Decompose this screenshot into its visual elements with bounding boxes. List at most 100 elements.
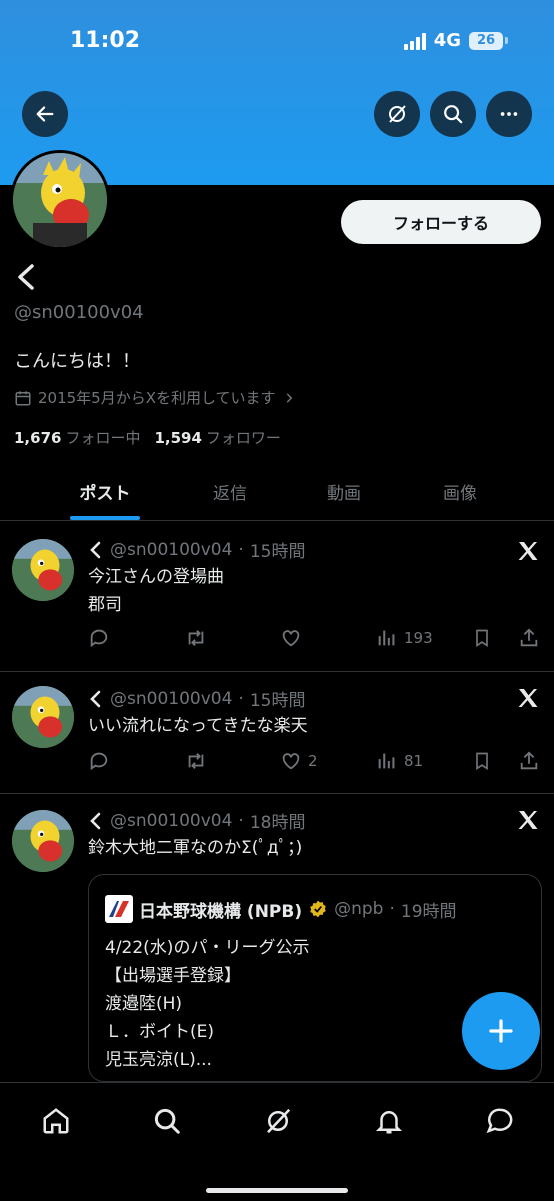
post-separator: · <box>238 539 244 560</box>
followers-link[interactable]: 1,594 フォロワー <box>154 427 280 448</box>
chevron-left-icon <box>90 690 101 707</box>
post-text-line: 今江さんの登場曲 <box>88 567 224 587</box>
search-button[interactable] <box>430 91 476 137</box>
share-icon <box>520 751 538 770</box>
like-button[interactable]: 2 <box>280 750 318 772</box>
nav-home[interactable] <box>38 1103 74 1139</box>
back-button[interactable] <box>22 91 68 137</box>
chat-icon <box>486 1108 513 1134</box>
views-button[interactable]: 193 <box>376 627 433 649</box>
share-icon <box>520 628 538 647</box>
post-separator: · <box>238 810 244 831</box>
bottom-navigation <box>0 1082 554 1201</box>
post-text-line: いい流れになってきたな楽天 <box>88 716 308 736</box>
post-actions: 193 <box>88 627 538 653</box>
post-avatar[interactable] <box>12 810 74 872</box>
follow-button[interactable]: フォローする <box>341 200 541 244</box>
arrow-left-icon <box>36 106 54 122</box>
status-bar: 11:02 4G 26 <box>0 24 554 60</box>
post-text-line: 郡司 <box>88 595 122 615</box>
tab-images[interactable]: 画像 <box>443 479 477 504</box>
post-separator: · <box>238 688 244 709</box>
profile-bio: こんにちは！！ <box>14 351 140 372</box>
reply-button[interactable] <box>88 627 110 649</box>
chevron-left-icon <box>90 541 101 558</box>
views-icon <box>378 753 395 769</box>
view-count: 81 <box>404 752 424 770</box>
profile-handle: @sn00100v04 <box>14 302 144 323</box>
profile-joined[interactable]: 2015年5月からXを利用しています <box>14 387 296 408</box>
quoted-text-line: 4/22(水)のパ・リーグ公示 <box>105 938 310 958</box>
share-button[interactable] <box>518 750 540 772</box>
repost-button[interactable] <box>184 627 208 649</box>
view-count: 193 <box>404 629 433 647</box>
share-button[interactable] <box>518 627 540 649</box>
tab-replies[interactable]: 返信 <box>213 479 247 504</box>
quoted-text-line: 児玉亮涼(L)... <box>105 1050 212 1070</box>
post-text: 鈴木大地二軍なのかΣ(ﾟдﾟ；) <box>88 834 302 862</box>
home-indicator <box>206 1188 348 1193</box>
tab-posts[interactable]: ポスト <box>80 479 131 504</box>
post-avatar[interactable] <box>12 686 74 748</box>
profile-chevron-icon <box>12 262 40 296</box>
grok-button[interactable] <box>374 91 420 137</box>
bell-icon <box>375 1111 403 1134</box>
following-label: フォロー中 <box>65 429 141 447</box>
reply-icon <box>90 629 108 648</box>
battery-level: 26 <box>469 31 503 50</box>
post-handle[interactable]: @sn00100v04 <box>110 811 232 831</box>
following-count: 1,676 <box>14 429 62 447</box>
nav-search[interactable] <box>149 1103 185 1139</box>
reply-icon <box>90 752 108 771</box>
more-icon <box>500 112 518 116</box>
post-item[interactable]: @sn00100v04 · 15時間 いい流れになってきたな楽天 2 81 <box>0 672 554 794</box>
search-icon <box>154 1108 180 1134</box>
post-actions: 2 81 <box>88 750 538 776</box>
quoted-text-line: 渡邉陸(H) <box>105 994 183 1014</box>
profile-stats: 1,676 フォロー中 1,594 フォロワー <box>14 427 281 448</box>
mascot-avatar-image <box>12 810 74 872</box>
search-icon <box>444 105 463 124</box>
views-button[interactable]: 81 <box>376 750 423 772</box>
bookmark-button[interactable] <box>472 627 492 649</box>
post-text: 今江さんの登場曲 郡司 <box>88 563 224 619</box>
nav-grok[interactable] <box>260 1103 296 1139</box>
post-item[interactable]: @sn00100v04 · 15時間 今江さんの登場曲 郡司 193 <box>0 521 554 672</box>
profile-avatar[interactable] <box>10 150 110 250</box>
quoted-author-name[interactable]: 日本野球機構 (NPB) <box>139 897 302 922</box>
mascot-avatar-image <box>13 153 107 247</box>
nav-notifications[interactable] <box>371 1103 407 1139</box>
battery-icon: 26 <box>469 31 508 50</box>
bookmark-icon <box>476 752 488 771</box>
post-handle[interactable]: @sn00100v04 <box>110 540 232 560</box>
verified-badge-icon <box>310 900 326 918</box>
grok-icon <box>267 1108 291 1134</box>
grok-icon <box>389 105 406 123</box>
signal-icon <box>403 32 426 50</box>
chevron-left-icon <box>90 812 101 829</box>
post-time: 18時間 <box>249 813 306 833</box>
post-avatar[interactable] <box>12 539 74 601</box>
following-link[interactable]: 1,676 フォロー中 <box>14 427 140 448</box>
quoted-separator: · <box>389 899 395 919</box>
bookmark-button[interactable] <box>472 750 492 772</box>
quoted-handle: @npb <box>334 899 384 919</box>
post-time: 15時間 <box>249 691 306 711</box>
compose-button[interactable] <box>462 992 540 1070</box>
repost-icon <box>188 753 204 769</box>
like-button[interactable] <box>280 627 308 649</box>
nav-messages[interactable] <box>482 1103 518 1139</box>
reply-button[interactable] <box>88 750 110 772</box>
repost-button[interactable] <box>184 750 208 772</box>
tab-videos[interactable]: 動画 <box>327 479 361 504</box>
post-time: 15時間 <box>249 542 306 562</box>
more-button[interactable] <box>486 91 532 137</box>
post-text-line: 鈴木大地二軍なのかΣ(ﾟдﾟ；) <box>88 838 303 858</box>
quoted-time: 19時間 <box>400 901 457 922</box>
x-logo-icon <box>518 811 538 829</box>
chevron-right-icon <box>286 392 292 403</box>
joined-text: 2015年5月からXを利用しています <box>38 389 276 407</box>
bookmark-icon <box>476 629 488 648</box>
x-logo-icon <box>518 542 538 560</box>
post-handle[interactable]: @sn00100v04 <box>110 689 232 709</box>
